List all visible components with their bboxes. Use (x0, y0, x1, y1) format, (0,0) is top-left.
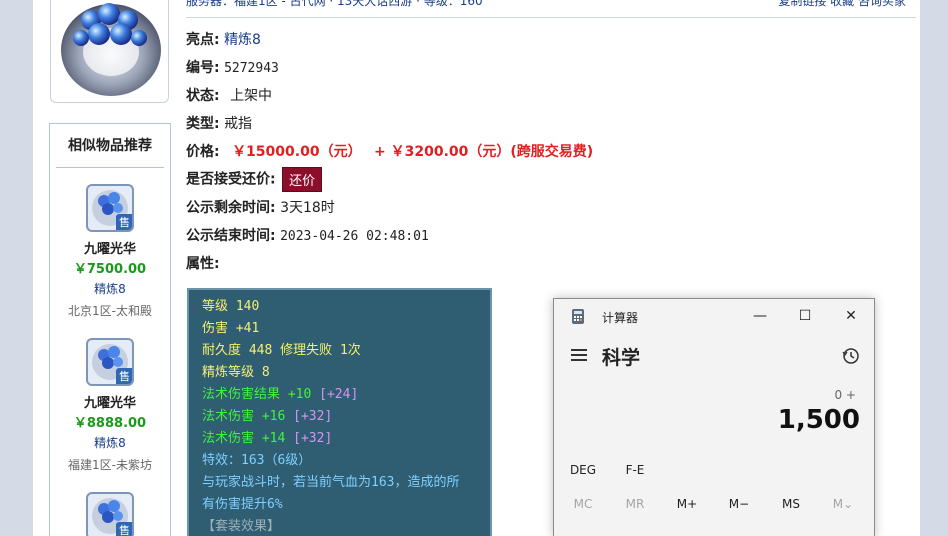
attr-level: 等级 140 (202, 299, 260, 314)
attr-special-effect: 特效：163（6级） (202, 453, 312, 468)
memory-store-button[interactable]: MS (771, 497, 811, 511)
attr-spell-damage-2-bonus: [+32] (293, 431, 333, 446)
watermark-text: CC直播 (833, 39, 910, 64)
type-value: 戒指 (224, 116, 253, 132)
cc-logo-icon (796, 31, 828, 63)
similar-item-server: 福建1区-未紫坊 (68, 458, 152, 472)
header-divider (186, 17, 916, 18)
item-header-line: 服务器：福建1区 - 古代网 · 13天大话西游 · 等级：160 复制链接 收… (186, 0, 916, 10)
highlight-row: 亮点: 精炼8 (186, 29, 261, 49)
id-row: 编号: 5272943 (186, 57, 279, 77)
item-image (50, 0, 169, 103)
attr-refine-level: 精炼等级 8 (202, 365, 270, 380)
price-value: ￥15000.00（元） (232, 144, 362, 160)
attr-spell-result: 法术伤害结果 +10 [+24] (202, 384, 490, 406)
attr-effect-desc-1: 与玩家战斗时，若当前气血为163，造成的所 (202, 475, 460, 490)
similar-item-price: ￥7500.00 (73, 262, 147, 277)
for-sale-badge: 售 (116, 214, 132, 230)
stream-watermark: CC直播 (795, 30, 915, 66)
ring-icon[interactable]: 售 (86, 338, 134, 386)
ring-icon[interactable]: 售 (86, 492, 134, 536)
id-label: 编号: (186, 60, 220, 76)
price-label: 价格: (186, 144, 220, 160)
attributes-box: 等级 140 伤害 +41 耐久度 448 修理失败 1次 精炼等级 8 法术伤… (187, 288, 492, 536)
attr-damage: 伤害 +41 (202, 321, 260, 336)
attr-spell-damage-2-text: 法术伤害 +14 (202, 431, 294, 446)
memory-clear-button[interactable]: MC (563, 497, 603, 511)
for-sale-badge: 售 (116, 368, 132, 384)
status-row: 状态: 上架中 (186, 85, 272, 105)
end-time-value: 2023-04-26 02:48:01 (280, 229, 429, 244)
similar-items-panel: 相似物品推荐 售 九曜光华 ￥7500.00 精炼8 北京1区-太和殿 售 九曜… (49, 123, 171, 536)
attr-spell-damage-text: 法术伤害 +16 (202, 409, 294, 424)
attr-spell-damage-bonus: [+32] (293, 409, 333, 424)
calculator-window: 计算器 — ☐ ✕ 科学 0 + 1,500 DEG F-E MC MR M+ … (553, 298, 875, 536)
attr-spell-result-text: 法术伤害结果 +10 (202, 387, 320, 402)
calculator-app-icon (572, 309, 584, 324)
calculator-title: 计算器 (602, 311, 639, 325)
calculator-mode: 科学 (602, 347, 641, 369)
counter-offer-button[interactable]: 还价 (282, 167, 323, 192)
status-value: 上架中 (230, 88, 273, 104)
end-time-label: 公示结束时间: (186, 228, 276, 244)
id-value: 5272943 (224, 61, 279, 76)
calculator-result: 1,500 (777, 405, 860, 435)
remaining-row: 公示剩余时间: 3天18时 (186, 197, 335, 217)
attributes-row: 属性: (186, 253, 220, 273)
attr-durability: 耐久度 448 修理失败 1次 (202, 343, 361, 358)
counter-offer-row: 是否接受还价: 还价 (186, 167, 323, 192)
attr-effect-desc-2: 有伤害提升6% (202, 497, 283, 512)
price-row: 价格: ￥15000.00（元） + ￥3200.00（元）(跨服交易费) (186, 141, 593, 161)
remaining-label: 公示剩余时间: (186, 200, 276, 216)
calculator-expression: 0 + (834, 388, 856, 402)
cross-server-fee: + ￥3200.00（元）(跨服交易费) (374, 144, 594, 160)
memory-list-button[interactable]: M⌄ (823, 497, 863, 511)
minimize-button[interactable]: — (745, 305, 775, 327)
maximize-button[interactable]: ☐ (790, 305, 820, 327)
right-margin (920, 0, 948, 536)
deg-button[interactable]: DEG (563, 463, 603, 477)
type-label: 类型: (186, 116, 220, 132)
status-label: 状态: (186, 88, 220, 104)
ring-icon[interactable]: 售 (86, 184, 134, 232)
highlight-value: 精炼8 (224, 32, 261, 48)
calculator-mode-bar: 科学 (554, 343, 874, 369)
type-row: 类型: 戒指 (186, 113, 252, 133)
similar-items-title: 相似物品推荐 (56, 124, 164, 168)
left-margin (0, 0, 33, 536)
similar-item-name[interactable]: 九曜光华 (50, 238, 170, 257)
attributes-label: 属性: (186, 256, 220, 272)
fe-button[interactable]: F-E (615, 463, 655, 477)
item-header-actions[interactable]: 复制链接 收藏 咨询买家 (778, 0, 906, 9)
close-button[interactable]: ✕ (836, 305, 866, 327)
hamburger-menu-icon[interactable] (571, 349, 587, 361)
similar-item-refine: 精炼8 (94, 436, 126, 450)
attr-spell-damage: 法术伤害 +16 [+32] (202, 406, 490, 428)
end-time-row: 公示结束时间: 2023-04-26 02:48:01 (186, 225, 429, 245)
memory-subtract-button[interactable]: M− (719, 497, 759, 511)
for-sale-badge: 售 (116, 522, 132, 536)
item-header-left: 服务器：福建1区 - 古代网 · 13天大话西游 · 等级：160 (186, 0, 483, 8)
attr-set-effect: 【套装效果】 (202, 519, 281, 534)
attr-spell-result-bonus: [+24] (319, 387, 359, 402)
attr-spell-damage-2: 法术伤害 +14 [+32] (202, 428, 490, 450)
similar-item-server: 北京1区-太和殿 (68, 304, 152, 318)
highlight-label: 亮点: (186, 32, 220, 48)
similar-item-name[interactable]: 九曜光华 (50, 392, 170, 411)
calculator-titlebar[interactable]: 计算器 — ☐ ✕ (554, 299, 874, 333)
remaining-value: 3天18时 (280, 200, 335, 216)
memory-recall-button[interactable]: MR (615, 497, 655, 511)
similar-item-price: ￥8888.00 (73, 416, 147, 431)
counter-offer-label: 是否接受还价: (186, 171, 276, 188)
similar-item-refine: 精炼8 (94, 282, 126, 296)
history-icon[interactable] (842, 347, 860, 365)
memory-add-button[interactable]: M+ (667, 497, 707, 511)
